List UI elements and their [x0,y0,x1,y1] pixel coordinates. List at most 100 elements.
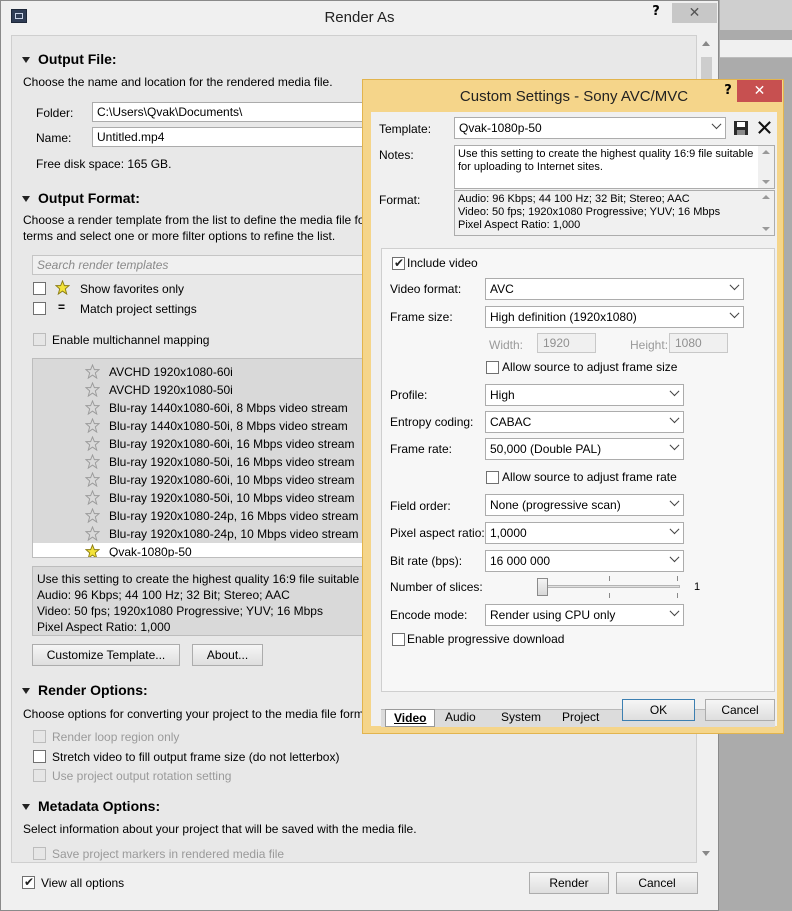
allow-frame-rate-label: Allow source to adjust frame rate [502,470,677,484]
section-render-options[interactable]: Render Options: [22,682,148,698]
allow-frame-size-checkbox[interactable] [486,361,499,374]
frame-size-dropdown[interactable]: High definition (1920x1080) [485,306,744,328]
scroll-down-icon[interactable] [702,851,710,856]
about-button[interactable]: About... [192,644,263,666]
chevron-down-icon [729,280,740,291]
field-order-value: None (progressive scan) [490,498,621,512]
cancel-button[interactable]: Cancel [705,699,775,721]
render-button[interactable]: Render [529,872,609,894]
field-order-label: Field order: [390,499,451,513]
slider-thumb[interactable] [537,578,548,596]
star-outline-icon[interactable] [85,526,100,541]
section-output-file[interactable]: Output File: [22,51,117,67]
cancel-button[interactable]: Cancel [616,872,698,894]
encode-mode-dropdown[interactable]: Render using CPU only [485,604,684,626]
progressive-download-label: Enable progressive download [407,632,565,646]
template-list-item[interactable]: Blu-ray 1440x1080-50i, 8 Mbps video stre… [33,417,401,435]
template-list[interactable]: AVCHD 1920x1080-60i AVCHD 1920x1080-50i Bl… [32,358,402,558]
video-format-dropdown[interactable]: AVC [485,278,744,300]
template-list-item[interactable]: Blu-ray 1920x1080-50i, 16 Mbps video str… [33,453,401,471]
save-markers-checkbox[interactable] [33,847,46,860]
section-metadata-options[interactable]: Metadata Options: [22,798,160,814]
notes-text: Use this setting to create the highest q… [458,148,754,173]
entropy-coding-dropdown[interactable]: CABAC [485,411,684,433]
help-button[interactable]: ? [718,83,738,101]
title-bar: Render As ? ✕ [1,1,718,34]
template-list-item[interactable]: Qvak-1080p-50 [33,543,401,558]
loop-region-checkbox[interactable] [33,730,46,743]
ok-button[interactable]: OK [622,699,695,721]
tab-video[interactable]: Video [385,709,436,727]
tab-audio[interactable]: Audio [437,709,484,727]
show-favorites-checkbox[interactable] [33,282,46,295]
notes-scrollbar[interactable] [758,146,774,188]
star-outline-icon[interactable] [85,382,100,397]
output-format-description: Choose a render template from the list t… [23,213,365,227]
slider-track [537,585,680,588]
template-dropdown[interactable]: Qvak-1080p-50 [454,117,726,139]
include-video-checkbox[interactable]: ✔ [392,256,405,270]
star-outline-icon[interactable] [85,490,100,505]
star-outline-icon[interactable] [85,400,100,415]
tab-project[interactable]: Project [554,709,607,727]
close-button[interactable]: ✕ [672,3,717,23]
template-list-item[interactable]: Blu-ray 1440x1080-60i, 8 Mbps video stre… [33,399,401,417]
slices-slider[interactable] [537,576,680,598]
progressive-download-checkbox[interactable] [392,633,405,646]
stretch-video-checkbox[interactable] [33,750,46,763]
name-input[interactable]: Untitled.mp4 [92,127,392,147]
template-list-item[interactable]: Blu-ray 1920x1080-50i, 10 Mbps video str… [33,489,401,507]
template-list-item[interactable]: Blu-ray 1920x1080-60i, 10 Mbps video str… [33,471,401,489]
pixel-aspect-ratio-combo[interactable]: 1,0000 [485,522,684,544]
include-video-label: Include video [407,256,478,270]
close-button[interactable]: ✕ [737,80,782,102]
help-button[interactable]: ? [646,4,666,22]
template-list-item[interactable]: Blu-ray 1920x1080-24p, 16 Mbps video str… [33,507,401,525]
dialog-body: Template: Qvak-1080p-50 Notes: Use this … [371,112,777,727]
star-outline-icon[interactable] [85,436,100,451]
width-input[interactable]: 1920 [537,333,596,353]
favorite-star-icon[interactable] [85,544,100,558]
height-input[interactable]: 1080 [669,333,728,353]
profile-value: High [490,388,515,402]
profile-dropdown[interactable]: High [485,384,684,406]
format-scrollbar[interactable] [758,191,774,235]
frame-size-label: Frame size: [390,310,453,324]
template-label: Blu-ray 1920x1080-60i, 16 Mbps video str… [109,437,355,451]
section-output-format[interactable]: Output Format: [22,190,140,206]
rotation-checkbox[interactable] [33,769,46,782]
save-icon[interactable] [733,120,749,136]
template-list-item[interactable]: Blu-ray 1920x1080-60i, 16 Mbps video str… [33,435,401,453]
delete-icon[interactable] [757,120,772,135]
allow-frame-rate-checkbox[interactable] [486,471,499,484]
frame-rate-label: Frame rate: [390,442,453,456]
customize-template-button[interactable]: Customize Template... [32,644,180,666]
star-outline-icon[interactable] [85,418,100,433]
background-window-titlebar [720,0,792,30]
multichannel-checkbox[interactable] [33,333,46,346]
slices-label: Number of slices: [390,580,483,594]
tab-system[interactable]: System [493,709,549,727]
star-outline-icon[interactable] [85,472,100,487]
search-templates-input[interactable]: Search render templates [32,255,402,275]
slider-tick [609,576,610,581]
star-outline-icon[interactable] [85,364,100,379]
folder-input[interactable]: C:\Users\Qvak\Documents\ [92,102,392,122]
template-label: Qvak-1080p-50 [109,545,192,558]
chevron-down-icon [669,496,680,507]
entropy-coding-label: Entropy coding: [390,415,474,429]
match-project-checkbox[interactable] [33,302,46,315]
template-list-item[interactable]: AVCHD 1920x1080-50i [33,381,401,399]
star-outline-icon[interactable] [85,508,100,523]
frame-rate-combo[interactable]: 50,000 (Double PAL) [485,438,684,460]
template-list-item[interactable]: AVCHD 1920x1080-60i [33,363,401,381]
field-order-dropdown[interactable]: None (progressive scan) [485,494,684,516]
chevron-down-icon [711,119,722,130]
notes-textarea[interactable]: Use this setting to create the highest q… [454,145,775,189]
collapse-icon [22,196,30,203]
bit-rate-combo[interactable]: 16 000 000 [485,550,684,572]
star-outline-icon[interactable] [85,454,100,469]
template-list-item[interactable]: Blu-ray 1920x1080-24p, 10 Mbps video str… [33,525,401,543]
view-all-checkbox[interactable]: ✔ [22,875,35,889]
scroll-up-icon[interactable] [702,41,710,46]
